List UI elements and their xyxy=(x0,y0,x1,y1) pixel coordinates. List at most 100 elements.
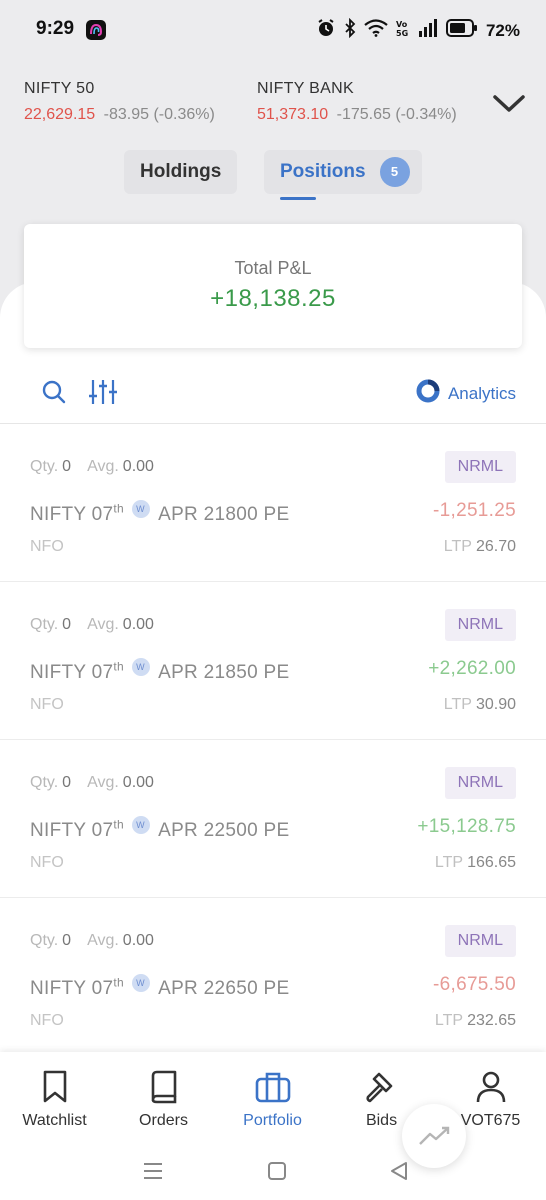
active-tab-indicator xyxy=(280,197,316,200)
position-ltp: LTP 26.70 xyxy=(444,538,516,556)
positions-toolbar: Analytics xyxy=(0,364,546,424)
avg-label: Avg. xyxy=(87,774,119,791)
qty-value: 0 xyxy=(62,458,72,475)
index-nifty-50[interactable]: NIFTY 50 22,629.15 -83.95 (-0.36%) xyxy=(24,80,215,124)
wifi-icon xyxy=(364,19,388,42)
position-exchange: NFO xyxy=(30,1012,64,1029)
total-pnl-card: Total P&L +18,138.25 xyxy=(24,224,522,348)
weekly-expiry-icon: W xyxy=(131,500,150,518)
nav-label: Portfolio xyxy=(243,1112,302,1129)
analytics-button[interactable]: Analytics xyxy=(416,379,516,408)
nav-orders[interactable]: Orders xyxy=(109,1070,218,1130)
tab-positions[interactable]: Positions 5 xyxy=(264,150,422,200)
alarm-icon xyxy=(316,18,336,43)
position-qty-avg: Qty. 0 Avg. 0.00 xyxy=(30,932,170,950)
position-qty-avg: Qty. 0 Avg. 0.00 xyxy=(30,774,170,792)
position-symbol: NIFTY 07th W APR 21850 PE xyxy=(30,658,290,684)
briefcase-icon xyxy=(218,1070,327,1104)
position-row[interactable]: Qty. 0 Avg. 0.00 NRML NIFTY 07th W APR 2250… xyxy=(0,740,546,898)
contract: APR 21850 PE xyxy=(158,662,290,683)
volte-icon: Vo 5G xyxy=(396,18,410,43)
ltp-value: 26.70 xyxy=(475,538,516,555)
total-pnl-label: Total P&L xyxy=(234,258,312,278)
symbol: NIFTY 07 xyxy=(30,662,114,683)
position-exchange: NFO xyxy=(30,696,64,713)
chevron-down-icon[interactable] xyxy=(492,92,526,116)
portfolio-tabs: Holdings Positions 5 xyxy=(0,150,546,202)
avg-label: Avg. xyxy=(87,458,119,475)
ltp-value: 30.90 xyxy=(475,696,516,713)
home-square-icon[interactable] xyxy=(264,1158,290,1184)
position-row[interactable]: Qty. 0 Avg. 0.00 NRML NIFTY 07th W APR 2265… xyxy=(0,898,546,1056)
qty-label: Qty. xyxy=(30,774,59,791)
product-badge: NRML xyxy=(444,609,516,641)
signal-icon xyxy=(418,19,438,42)
qty-value: 0 xyxy=(62,774,72,791)
ltp-label: LTP xyxy=(443,696,472,713)
symbol-suffix: th xyxy=(113,501,124,516)
index-ticker[interactable]: NIFTY 50 22,629.15 -83.95 (-0.36%) NIFTY… xyxy=(24,80,504,132)
symbol: NIFTY 07 xyxy=(30,820,114,841)
position-row[interactable]: Qty. 0 Avg. 0.00 NRML NIFTY 07th W APR 2185… xyxy=(0,582,546,740)
tab-holdings[interactable]: Holdings xyxy=(124,150,238,194)
weekly-expiry-icon: W xyxy=(131,658,150,676)
gavel-icon xyxy=(327,1070,436,1104)
avg-label: Avg. xyxy=(87,616,119,633)
avg-value: 0.00 xyxy=(122,774,154,791)
back-triangle-icon[interactable] xyxy=(386,1158,412,1184)
weekly-expiry-icon: W xyxy=(131,974,150,992)
svg-text:Vo: Vo xyxy=(396,20,408,29)
nav-label: Orders xyxy=(139,1112,188,1129)
qty-label: Qty. xyxy=(30,458,59,475)
user-icon xyxy=(436,1070,545,1104)
avg-label: Avg. xyxy=(87,932,119,949)
contract: APR 21800 PE xyxy=(158,504,290,525)
symbol-suffix: th xyxy=(113,975,124,990)
index-name: NIFTY 50 xyxy=(24,80,95,97)
analytics-icon xyxy=(416,379,440,408)
product-badge: NRML xyxy=(444,925,516,957)
qty-value: 0 xyxy=(62,932,72,949)
position-symbol: NIFTY 07th W APR 22500 PE xyxy=(30,816,290,842)
product-badge: NRML xyxy=(444,767,516,799)
index-nifty-bank[interactable]: NIFTY BANK 51,373.10 -175.65 (-0.34%) xyxy=(257,80,457,124)
tab-positions-label: Positions xyxy=(280,161,366,182)
position-qty-avg: Qty. 0 Avg. 0.00 xyxy=(30,458,170,476)
position-exchange: NFO xyxy=(30,538,64,555)
symbol-suffix: th xyxy=(113,817,124,832)
app-notification-icon xyxy=(86,20,106,40)
bluetooth-icon xyxy=(344,17,356,43)
position-ltp: LTP 232.65 xyxy=(435,1012,516,1030)
recents-menu-icon[interactable] xyxy=(140,1158,166,1184)
symbol: NIFTY 07 xyxy=(30,978,114,999)
avg-value: 0.00 xyxy=(122,932,154,949)
index-price: 51,373.10 xyxy=(257,106,329,123)
ltp-label: LTP xyxy=(443,538,472,555)
qty-value: 0 xyxy=(62,616,72,633)
book-icon xyxy=(109,1070,218,1104)
system-navigation-bar xyxy=(0,1148,546,1200)
contract: APR 22650 PE xyxy=(158,978,290,999)
position-pnl: +15,128.75 xyxy=(417,816,516,837)
position-qty-avg: Qty. 0 Avg. 0.00 xyxy=(30,616,170,634)
weekly-expiry-icon: W xyxy=(131,816,150,834)
product-badge: NRML xyxy=(444,451,516,483)
bookmark-icon xyxy=(0,1070,109,1104)
contract: APR 22500 PE xyxy=(158,820,290,841)
avg-value: 0.00 xyxy=(122,458,154,475)
battery-percentage: 72% xyxy=(485,20,520,40)
ltp-value: 232.65 xyxy=(467,1012,516,1029)
index-name: NIFTY BANK xyxy=(257,80,354,97)
status-bar: 9:29 Vo 5G 72% xyxy=(0,0,546,62)
position-row[interactable]: Qty. 0 Avg. 0.00 NRML NIFTY 07th W APR 2180… xyxy=(0,424,546,582)
nav-portfolio[interactable]: Portfolio xyxy=(218,1070,327,1130)
filter-sliders-icon[interactable] xyxy=(88,378,118,406)
qty-label: Qty. xyxy=(30,616,59,633)
battery-icon xyxy=(445,19,478,42)
search-icon[interactable] xyxy=(40,378,68,406)
nav-label: Watchlist xyxy=(22,1112,87,1129)
position-symbol: NIFTY 07th W APR 21800 PE xyxy=(30,500,290,526)
nav-watchlist[interactable]: Watchlist xyxy=(0,1070,109,1130)
status-icons: Vo 5G 72% xyxy=(316,17,520,43)
svg-text:5G: 5G xyxy=(396,29,408,38)
